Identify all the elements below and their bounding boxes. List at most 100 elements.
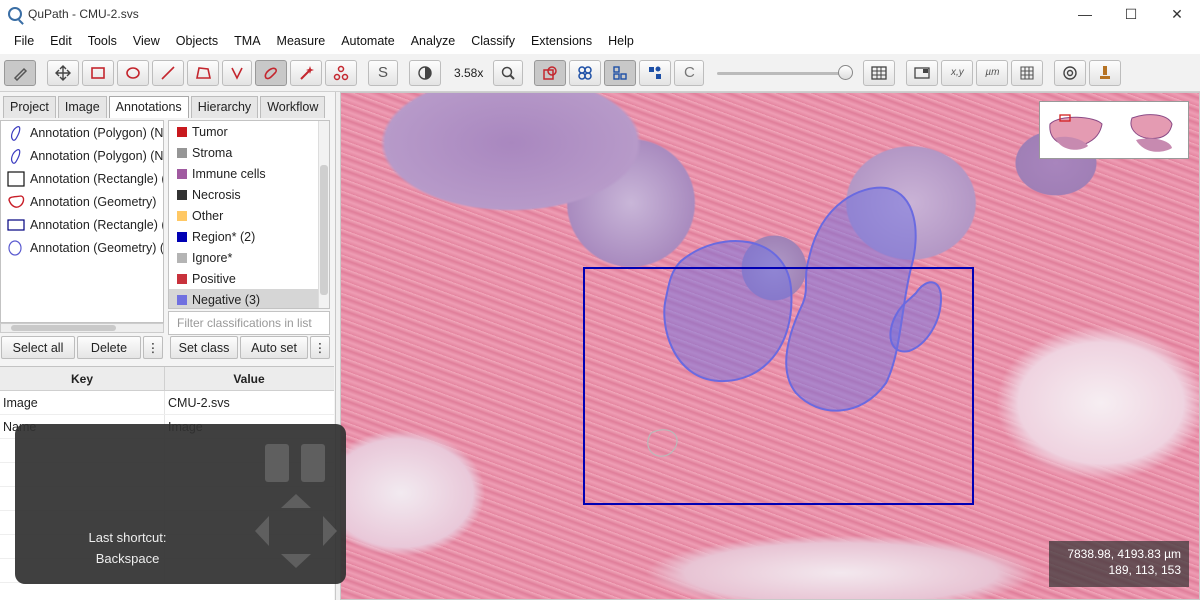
menu-edit[interactable]: Edit [42, 34, 80, 48]
class-item-region[interactable]: Region* (2) [169, 226, 329, 247]
list-item[interactable]: Annotation (Rectangle) (R [1, 167, 163, 190]
filter-classifications-input[interactable]: Filter classifications in list [168, 311, 330, 335]
tab-workflow[interactable]: Workflow [260, 96, 326, 118]
list-item[interactable]: Annotation (Polygon) (Ne [1, 121, 163, 144]
polyline-tool-button[interactable] [222, 59, 252, 86]
move-tool-button[interactable] [47, 59, 79, 86]
delete-button[interactable]: Delete [77, 336, 141, 359]
menu-automate[interactable]: Automate [333, 34, 403, 48]
show-detections-icon [613, 65, 628, 80]
fill-detections-button[interactable] [639, 59, 672, 86]
zoom-to-fit-button[interactable] [493, 59, 524, 86]
menu-file[interactable]: File [6, 34, 42, 48]
show-overview-button[interactable] [906, 59, 939, 86]
class-item-other[interactable]: Other [169, 205, 329, 226]
class-item-positive[interactable]: Positive [169, 268, 329, 289]
column-header-value[interactable]: Value [165, 367, 333, 390]
minimize-button[interactable]: — [1062, 0, 1108, 28]
menu-tools[interactable]: Tools [80, 34, 125, 48]
scrollbar-thumb[interactable] [11, 325, 116, 331]
menu-help[interactable]: Help [600, 34, 642, 48]
wand-tool-button[interactable] [290, 59, 322, 86]
opacity-slider[interactable] [717, 60, 854, 86]
log-button[interactable] [1089, 59, 1122, 86]
overview-minimap[interactable] [1039, 101, 1189, 159]
set-class-button[interactable]: Set class [170, 336, 238, 359]
show-detections-button[interactable] [604, 59, 637, 86]
directional-pad-icon [255, 494, 337, 568]
preferences-button[interactable] [1054, 59, 1087, 86]
classification-list-scrollbar[interactable] [318, 121, 329, 308]
brush-tool-button[interactable] [255, 59, 287, 86]
class-label: Ignore* [192, 250, 233, 265]
list-item[interactable]: Annotation (Geometry) [1, 190, 163, 213]
annotation-more-button[interactable]: ⋮ [143, 336, 163, 359]
class-item-stroma[interactable]: Stroma [169, 142, 329, 163]
points-tool-button[interactable] [325, 59, 357, 86]
list-item[interactable]: Annotation (Geometry) (N [1, 236, 163, 259]
list-item[interactable]: Annotation (Polygon) (Neg [1, 144, 163, 167]
fill-detections-icon [649, 66, 662, 79]
menu-view[interactable]: View [125, 34, 168, 48]
annotation-list-scrollbar[interactable] [0, 323, 164, 333]
table-row[interactable]: Image CMU-2.svs [0, 391, 334, 415]
annotation-list[interactable]: Annotation (Polygon) (Ne Annotation (Pol… [0, 120, 164, 323]
class-item-tumor[interactable]: Tumor [169, 121, 329, 142]
class-color-swatch [177, 126, 187, 137]
classification-list[interactable]: Tumor Stroma Immune cells Necrosis Other… [168, 120, 330, 309]
select-all-button[interactable]: Select all [1, 336, 75, 359]
tab-annotations[interactable]: Annotations [108, 96, 189, 118]
window-title: QuPath - CMU-2.svs [28, 7, 139, 21]
measurement-table-icon [871, 65, 888, 80]
class-item-negative[interactable]: Negative (3) [169, 289, 329, 308]
tab-image[interactable]: Image [57, 96, 107, 118]
list-item[interactable]: Annotation (Rectangle) (R [1, 213, 163, 236]
annotation-label: Annotation (Rectangle) (R [30, 217, 164, 232]
geometry-annotation-small[interactable] [647, 429, 678, 457]
selection-mode-button[interactable]: S [368, 59, 398, 86]
scrollbar-thumb[interactable] [320, 165, 328, 295]
image-viewer[interactable]: 7838.98, 4193.83 µm 189, 113, 153 [340, 92, 1200, 600]
show-location-button[interactable]: x,y [941, 59, 974, 86]
show-annotations-button[interactable] [534, 59, 567, 86]
class-item-necrosis[interactable]: Necrosis [169, 184, 329, 205]
class-item-immune-cells[interactable]: Immune cells [169, 163, 329, 184]
show-classes-button[interactable]: C [674, 59, 705, 86]
show-grid-button[interactable] [1011, 59, 1044, 86]
auto-set-button[interactable]: Auto set [240, 336, 308, 359]
show-scalebar-button[interactable]: µm [976, 59, 1009, 86]
brush-icon [264, 67, 277, 79]
close-button[interactable]: ✕ [1154, 0, 1200, 28]
menu-classify[interactable]: Classify [463, 34, 523, 48]
tab-project[interactable]: Project [3, 96, 56, 118]
tab-hierarchy[interactable]: Hierarchy [190, 96, 259, 118]
classification-more-button[interactable]: ⋮ [310, 336, 330, 359]
show-tma-grid-button[interactable] [569, 59, 602, 86]
menu-measure[interactable]: Measure [269, 34, 334, 48]
measurement-table-button[interactable] [863, 59, 896, 86]
last-shortcut-label: Last shortcut: [88, 530, 167, 545]
rectangle-tool-button[interactable] [82, 59, 114, 86]
column-header-key[interactable]: Key [0, 367, 165, 390]
rectangle-annotation-icon [7, 170, 25, 187]
magnifier-icon [502, 66, 516, 80]
menu-tma[interactable]: TMA [226, 34, 268, 48]
table-cell-value: CMU-2.svs [168, 395, 230, 410]
menu-extensions[interactable]: Extensions [523, 34, 600, 48]
brightness-contrast-button[interactable] [409, 59, 441, 86]
class-item-ignore[interactable]: Ignore* [169, 247, 329, 268]
slider-thumb[interactable] [838, 64, 854, 80]
move-icon [55, 64, 71, 81]
line-tool-button[interactable] [152, 59, 184, 86]
negative-annotation-left[interactable] [663, 240, 793, 383]
rectangle-annotation-icon [7, 218, 25, 231]
menu-objects[interactable]: Objects [168, 34, 226, 48]
menu-analyze[interactable]: Analyze [403, 34, 463, 48]
polygon-tool-button[interactable] [187, 59, 219, 86]
negative-annotation-center[interactable] [785, 186, 917, 412]
maximize-button[interactable]: ☐ [1108, 0, 1154, 28]
ellipse-tool-button[interactable] [117, 59, 149, 86]
pen-tool-button[interactable] [4, 59, 36, 86]
class-label: Stroma [192, 145, 233, 160]
tab-bar: Project Image Annotations Hierarchy Work… [0, 92, 335, 118]
